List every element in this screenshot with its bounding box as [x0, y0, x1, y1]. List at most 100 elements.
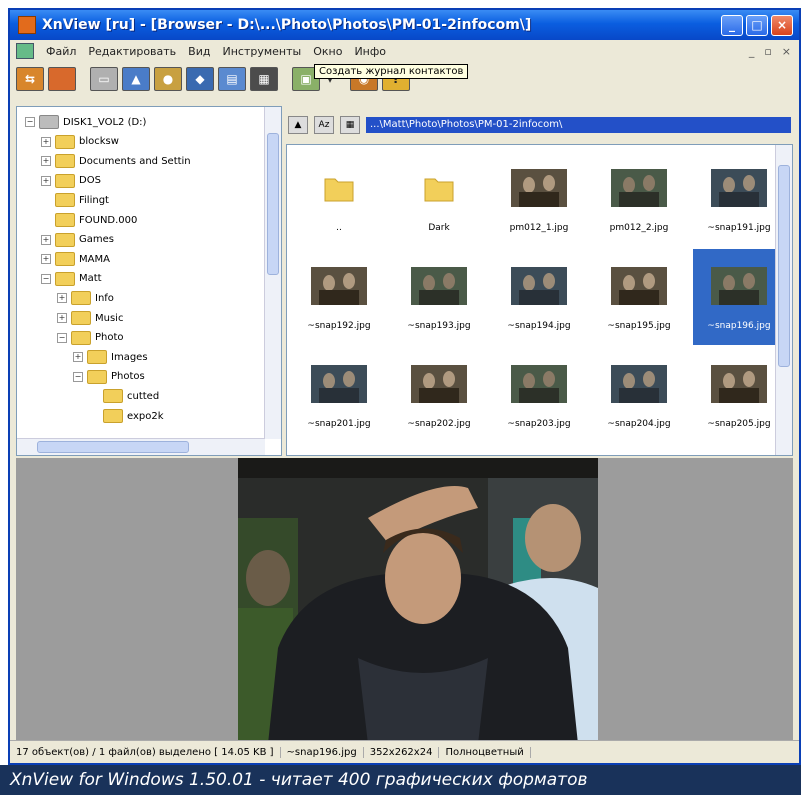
- menu-edit[interactable]: Редактировать: [82, 45, 182, 58]
- tree-item-label: Photos: [111, 371, 145, 383]
- thumbnail-label: ~snap202.jpg: [407, 419, 471, 429]
- thumbnail-item[interactable]: ~snap195.jpg: [593, 249, 685, 345]
- child-restore-button[interactable]: ▫: [764, 45, 771, 58]
- child-minimize-button[interactable]: _: [749, 45, 755, 58]
- child-close-button[interactable]: ×: [782, 45, 791, 58]
- menu-bar: Файл Редактировать Вид Инструменты Окно …: [10, 40, 799, 62]
- tree-item[interactable]: cutted: [89, 387, 159, 405]
- sort-icon[interactable]: Az: [314, 116, 334, 134]
- thumbnail-item[interactable]: ~snap203.jpg: [493, 347, 585, 443]
- tree-item[interactable]: + Games: [41, 231, 114, 249]
- image-dimensions: 352x262x24: [364, 746, 440, 758]
- photo-thumbnail: [611, 267, 667, 305]
- tree-item[interactable]: expo2k: [89, 407, 164, 425]
- thumbnail-item[interactable]: ~snap201.jpg: [293, 347, 385, 443]
- window-title: XnView [ru] - [Browser - D:\...\Photo\Ph…: [42, 17, 532, 33]
- folder-up-icon[interactable]: ▲: [288, 116, 308, 134]
- tree-item[interactable]: + MAMA: [41, 250, 110, 268]
- path-input[interactable]: ...\Matt\Photo\Photos\PM-01-2infocom\: [366, 117, 791, 133]
- thumbnail-label: ~snap194.jpg: [507, 321, 571, 331]
- tree-horizontal-scrollbar[interactable]: [17, 438, 265, 455]
- maximize-button[interactable]: □: [746, 14, 768, 36]
- thumbnail-item[interactable]: ~snap191.jpg: [693, 151, 785, 247]
- tree-expander-icon[interactable]: +: [57, 313, 67, 323]
- tree-item[interactable]: − Matt: [41, 270, 102, 288]
- color-mode: Полноцветный: [439, 746, 531, 758]
- thumbnail-label: ~snap201.jpg: [307, 419, 371, 429]
- webpage-icon[interactable]: ▦: [250, 67, 278, 91]
- thumbnail-item[interactable]: pm012_1.jpg: [493, 151, 585, 247]
- document-icon[interactable]: [16, 43, 34, 59]
- tree-expander-icon[interactable]: −: [73, 371, 83, 382]
- selected-filename: ~snap196.jpg: [281, 746, 364, 758]
- folder-icon: [71, 330, 91, 345]
- close-button[interactable]: ×: [771, 14, 793, 36]
- tree-item[interactable]: + DOS: [41, 172, 101, 190]
- photo-thumbnail: [511, 267, 567, 305]
- tree-expander-icon[interactable]: +: [41, 175, 51, 186]
- tree-item[interactable]: Filingt: [41, 191, 109, 209]
- menu-info[interactable]: Инфо: [348, 45, 392, 58]
- thumbnail-item[interactable]: ~snap205.jpg: [693, 347, 785, 443]
- folder-icon: [71, 311, 91, 325]
- thumbnail-item[interactable]: ~snap193.jpg: [393, 249, 485, 345]
- address-bar: ▲ Az ▦ ...\Matt\Photo\Photos\PM-01-2info…: [288, 114, 791, 136]
- thumbnail-item[interactable]: pm012_2.jpg: [593, 151, 685, 247]
- thumbnail-view[interactable]: .. Dark pm012_1.jpg pm012_2.jpg ~snap191.jpg…: [286, 144, 793, 456]
- slideshow-icon[interactable]: ▤: [218, 67, 246, 91]
- tree-item[interactable]: + Music: [57, 309, 123, 327]
- tree-expander-icon[interactable]: +: [41, 234, 51, 245]
- thumbnail-vertical-scrollbar[interactable]: [775, 145, 792, 455]
- tree-item-label: blocksw: [79, 136, 119, 148]
- tree-item[interactable]: − Photo: [57, 329, 124, 347]
- minimize-button[interactable]: _: [721, 14, 743, 36]
- tree-item[interactable]: + Info: [57, 289, 114, 307]
- thumbnail-item[interactable]: ~snap194.jpg: [493, 249, 585, 345]
- tree-expander-icon[interactable]: +: [57, 293, 67, 304]
- tree-item[interactable]: + Documents and Settin: [41, 152, 191, 170]
- tree-item[interactable]: + Images: [73, 348, 148, 366]
- browser-toggle-icon[interactable]: ⇆: [16, 67, 44, 91]
- menu-view[interactable]: Вид: [182, 45, 216, 58]
- thumbnail-label: ~snap192.jpg: [307, 321, 371, 331]
- tree-vertical-scrollbar[interactable]: [264, 107, 281, 439]
- view-mode-icon[interactable]: ▦: [340, 116, 360, 134]
- thumbnail-item[interactable]: Dark: [393, 151, 485, 247]
- tree-expander-icon[interactable]: +: [41, 254, 51, 265]
- tree-expander-icon[interactable]: −: [57, 332, 67, 343]
- title-bar[interactable]: XnView [ru] - [Browser - D:\...\Photo\Ph…: [10, 10, 799, 40]
- menu-tools[interactable]: Инструменты: [216, 45, 307, 58]
- tree-item-label: Images: [111, 351, 148, 363]
- tree-expander-icon[interactable]: +: [41, 136, 51, 147]
- xnview-app-icon[interactable]: [18, 16, 36, 34]
- photo-thumbnail: [711, 267, 767, 305]
- tree-item[interactable]: + blocksw: [41, 133, 119, 151]
- folder-icon: [55, 232, 75, 247]
- thumbnail-item[interactable]: ..: [293, 151, 385, 247]
- print-icon[interactable]: ▭: [90, 67, 118, 91]
- tree-item-label: Photo: [95, 332, 124, 344]
- thumbnail-label: ~snap204.jpg: [607, 419, 671, 429]
- thumbnail-item[interactable]: ~snap202.jpg: [393, 347, 485, 443]
- tree-expander-icon[interactable]: −: [41, 273, 51, 284]
- tree-expander-icon[interactable]: +: [73, 352, 83, 363]
- tree-item[interactable]: − DISK1_VOL2 (D:): [25, 113, 146, 131]
- menu-file[interactable]: Файл: [40, 45, 82, 58]
- thumbnail-item[interactable]: ~snap192.jpg: [293, 249, 385, 345]
- menu-window[interactable]: Окно: [307, 45, 348, 58]
- tree-expander-icon[interactable]: −: [25, 117, 35, 127]
- caption: XnView for Windows 1.50.01 - читает 400 …: [0, 765, 801, 795]
- capture-icon[interactable]: ●: [154, 67, 182, 91]
- scan-icon[interactable]: ▲: [122, 67, 150, 91]
- preview-pane: [16, 458, 793, 744]
- tree-item[interactable]: − Photos: [73, 368, 145, 386]
- tree-expander-icon[interactable]: +: [41, 156, 51, 167]
- folder-icon: [55, 134, 75, 149]
- convert-icon[interactable]: ◆: [186, 67, 214, 91]
- thumbnail-item[interactable]: ~snap196.jpg: [693, 249, 785, 345]
- folder-icon: [424, 178, 454, 202]
- thumbnail-item[interactable]: ~snap204.jpg: [593, 347, 685, 443]
- fullscreen-icon[interactable]: [48, 67, 76, 91]
- folder-tree[interactable]: − DISK1_VOL2 (D:) + blocksw + Documents and S…: [16, 106, 282, 456]
- tree-item[interactable]: FOUND.000: [41, 211, 137, 229]
